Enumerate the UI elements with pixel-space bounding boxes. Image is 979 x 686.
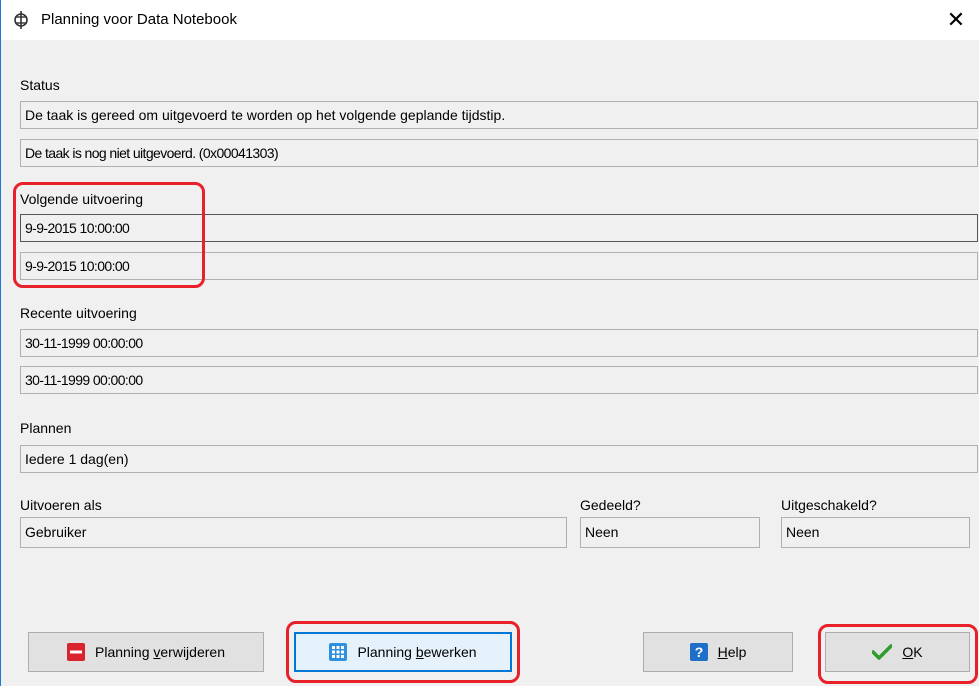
checkmark-icon [872, 643, 893, 661]
next-run-field-2: 9-9-2015 10:00:00 [20, 252, 978, 280]
grid-icon [329, 643, 348, 661]
shared-label: Gedeeld? [580, 497, 641, 513]
recent-run-field-1: 30-11-1999 00:00:00 [20, 329, 978, 357]
edit-button-label: Planning bewerken [357, 644, 477, 660]
delete-schedule-button[interactable]: Planning verwijderen [28, 632, 264, 672]
status-label: Status [20, 77, 60, 93]
disabled-field: Neen [781, 517, 970, 548]
title-bar: Planning voor Data Notebook ✕ [1, 0, 979, 40]
minus-icon [67, 643, 85, 661]
ok-button[interactable]: OK [825, 632, 970, 672]
close-icon[interactable]: ✕ [947, 7, 965, 33]
close-button[interactable]: ✕ [933, 0, 979, 40]
schedule-label: Plannen [20, 420, 72, 436]
disabled-label: Uitgeschakeld? [781, 497, 877, 513]
status-line-1: De taak is gereed om uitgevoerd te worde… [20, 101, 978, 129]
help-button-label: Help [717, 644, 747, 660]
recent-run-label: Recente uitvoering [20, 305, 137, 321]
status-line-2: De taak is nog niet uitgevoerd. (0x00041… [20, 139, 978, 167]
help-button[interactable]: ? Help [643, 632, 793, 672]
recent-run-field-2: 30-11-1999 00:00:00 [20, 366, 978, 394]
window-title: Planning voor Data Notebook [41, 11, 237, 28]
app-icon [11, 10, 31, 30]
delete-button-label: Planning verwijderen [95, 644, 225, 660]
next-run-field-1: 9-9-2015 10:00:00 [20, 214, 978, 242]
edit-schedule-button[interactable]: Planning bewerken [294, 632, 512, 672]
dialog-window: Planning voor Data Notebook ✕ Status De … [0, 0, 979, 686]
schedule-field: Iedere 1 dag(en) [20, 445, 978, 473]
question-icon: ? [689, 643, 708, 661]
run-as-field: Gebruiker [20, 517, 567, 548]
ok-button-label: OK [902, 644, 923, 660]
next-run-label: Volgende uitvoering [20, 191, 143, 207]
shared-field: Neen [580, 517, 760, 548]
svg-text:?: ? [694, 644, 703, 660]
run-as-label: Uitvoeren als [20, 497, 102, 513]
